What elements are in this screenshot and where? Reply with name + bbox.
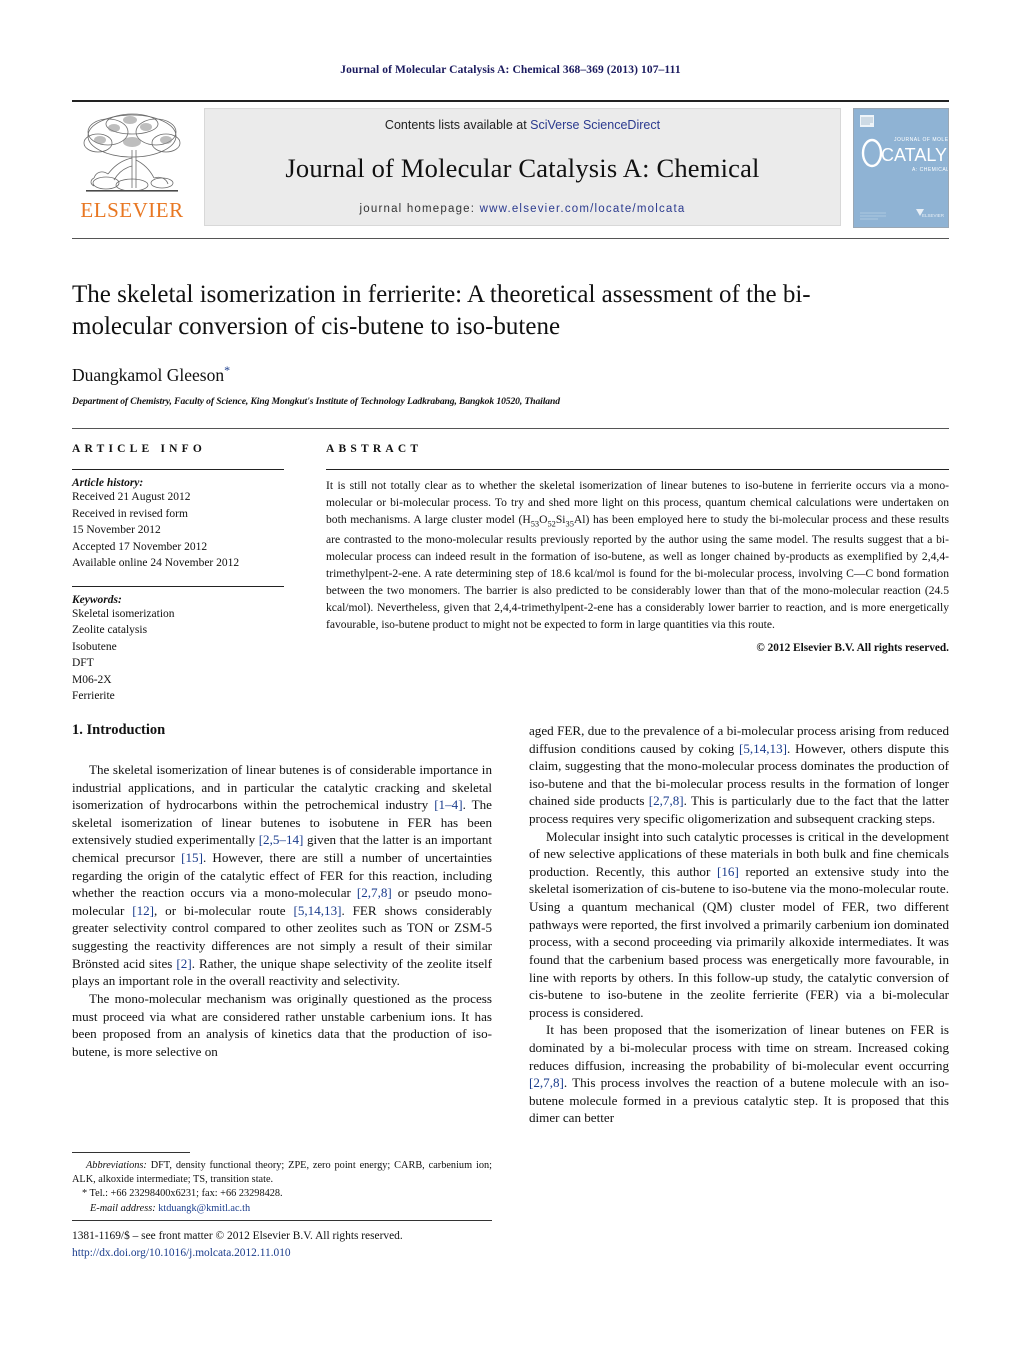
body-text-run: . This process involves the reaction of …	[529, 1075, 949, 1126]
abstract-rule	[326, 469, 949, 470]
journal-homepage-line: journal homepage: www.elsevier.com/locat…	[360, 203, 686, 215]
svg-text:JOURNAL OF MOLECULAR: JOURNAL OF MOLECULAR	[894, 137, 948, 143]
body-paragraph: The skeletal isomerization of linear but…	[72, 761, 492, 990]
author-line: Duangkamol Gleeson*	[72, 363, 949, 386]
abstract-formula-si: Si	[555, 513, 566, 527]
contents-prefix: Contents lists available at	[384, 118, 531, 132]
svg-text:CATALYSIS: CATALYSIS	[881, 145, 948, 165]
citation-link[interactable]: [1–4]	[434, 797, 462, 812]
abstract-part-2: ) has been employed here to study the bi…	[326, 513, 949, 631]
author-affiliation: Department of Chemistry, Faculty of Scie…	[72, 395, 560, 407]
citation-link[interactable]: [5,14,13]	[293, 903, 341, 918]
body-text-run: It has been proposed that the isomerizat…	[529, 1022, 949, 1073]
footer-rule	[72, 1220, 492, 1221]
citation-link[interactable]: [2,5–14]	[259, 832, 304, 847]
issn-copyright-line: 1381-1169/$ – see front matter © 2012 El…	[72, 1230, 403, 1242]
abstract-column: ABSTRACT It is still not totally clear a…	[304, 443, 949, 705]
section-heading-introduction: 1. Introduction	[72, 722, 166, 738]
svg-text:A: CHEMICAL: A: CHEMICAL	[912, 167, 948, 173]
paper-page: Journal of Molecular Catalysis A: Chemic…	[0, 0, 1021, 1351]
contents-available-line: Contents lists available at SciVerse Sci…	[385, 118, 660, 132]
running-head: Journal of Molecular Catalysis A: Chemic…	[340, 64, 681, 76]
author-name: Duangkamol Gleeson	[72, 364, 225, 385]
page-footer: 1381-1169/$ – see front matter © 2012 El…	[72, 1228, 572, 1261]
keyword-item: DFT	[72, 657, 94, 670]
footnote-rule	[72, 1152, 190, 1153]
body-paragraph: The mono-molecular mechanism was origina…	[72, 990, 492, 1060]
corresponding-author-email: E-mail address: ktduangk@kmitl.ac.th	[72, 1202, 492, 1216]
journal-cover-art: CATALYSIS JOURNAL OF MOLECULAR A: CHEMIC…	[854, 109, 948, 227]
citation-link[interactable]: [2,7,8]	[529, 1075, 564, 1090]
article-history-item: Available online 24 November 2012	[72, 557, 240, 570]
email-address-link[interactable]: ktduangk@kmitl.ac.th	[158, 1203, 250, 1214]
body-paragraph: aged FER, due to the prevalence of a bi-…	[529, 722, 949, 828]
abstract-heading: ABSTRACT	[326, 443, 423, 455]
citation-link[interactable]: [12]	[132, 903, 154, 918]
abbreviations-footnote: Abbreviations: DFT, density functional t…	[72, 1159, 492, 1187]
abstract-formula-o-sub: 52	[547, 519, 556, 529]
journal-masthead: ELSEVIER Contents lists available at Sci…	[72, 100, 949, 228]
abstract-formula-al: Al	[573, 513, 586, 527]
keyword-item: M06-2X	[72, 673, 112, 686]
body-text-run: reported an extensive study into the ske…	[529, 863, 949, 1020]
journal-banner: Contents lists available at SciVerse Sci…	[204, 108, 841, 226]
keywords-label: Keywords:	[72, 593, 122, 606]
footnotes-block: Abbreviations: DFT, density functional t…	[72, 1152, 492, 1216]
article-history-item: Received 21 August 2012	[72, 491, 191, 503]
body-paragraph: It has been proposed that the isomerizat…	[529, 1021, 949, 1127]
article-info-heading: ARTICLE INFO	[72, 443, 207, 455]
article-info-rule	[72, 469, 284, 470]
author-footnote-marker[interactable]: *	[224, 363, 230, 377]
citation-link[interactable]: [2,7,8]	[357, 885, 392, 900]
right-body-column: aged FER, due to the prevalence of a bi-…	[529, 722, 949, 1222]
keyword-item: Isobutene	[72, 640, 117, 653]
page-title: The skeletal isomerization in ferrierite…	[72, 281, 811, 340]
keyword-item: Zeolite catalysis	[72, 624, 148, 637]
abstract-text: It is still not totally clear as to whet…	[326, 477, 949, 633]
homepage-url[interactable]: www.elsevier.com/locate/molcata	[480, 203, 686, 215]
svg-text:ELSEVIER: ELSEVIER	[922, 213, 945, 218]
article-info-column: ARTICLE INFO Article history: Received 2…	[72, 443, 304, 705]
title-block: The skeletal isomerization in ferrierite…	[72, 238, 949, 407]
article-history-item: Received in revised form	[72, 507, 188, 520]
elsevier-wordmark: ELSEVIER	[80, 198, 184, 222]
homepage-label: journal homepage:	[359, 203, 480, 215]
article-history-item: 15 November 2012	[72, 524, 161, 537]
body-paragraph: Molecular insight into such catalytic pr…	[529, 828, 949, 1022]
doi-link[interactable]: http://dx.doi.org/10.1016/j.molcata.2012…	[72, 1245, 572, 1262]
keyword-item: Ferrierite	[72, 690, 115, 703]
abstract-formula-si-sub: 35	[565, 519, 574, 529]
keyword-item: Skeletal isomerization	[72, 607, 175, 620]
body-text-run: The mono-molecular mechanism was origina…	[72, 990, 492, 1059]
elsevier-logo: ELSEVIER	[72, 108, 192, 228]
citation-link[interactable]: [2]	[176, 956, 191, 971]
abstract-copyright: © 2012 Elsevier B.V. All rights reserved…	[756, 641, 949, 654]
abbreviations-label: Abbreviations:	[86, 1160, 147, 1171]
article-history-label: Article history:	[72, 477, 144, 489]
info-abstract-section: ARTICLE INFO Article history: Received 2…	[72, 428, 949, 705]
body-text-run: , or bi-molecular route	[154, 902, 294, 918]
journal-title: Journal of Molecular Catalysis A: Chemic…	[285, 153, 760, 183]
body-columns: 1. Introduction The skeletal isomerizati…	[72, 722, 949, 1222]
sciencedirect-link[interactable]: SciVerse ScienceDirect	[530, 118, 660, 132]
citation-link[interactable]: [5,14,13]	[739, 741, 787, 756]
citation-link[interactable]: [16]	[717, 864, 739, 879]
left-body-column: 1. Introduction The skeletal isomerizati…	[72, 722, 492, 1222]
citation-link[interactable]: [15]	[181, 850, 203, 865]
tel-text: Tel.: +66 23298400x6231; fax: +66 232984…	[89, 1188, 283, 1200]
corresponding-author-tel: * Tel.: +66 23298400x6231; fax: +66 2329…	[72, 1187, 492, 1201]
citation-link[interactable]: [2,7,8]	[649, 793, 684, 808]
email-label: E-mail address:	[90, 1202, 156, 1214]
abstract-formula-h-sub: 53	[530, 519, 540, 529]
tel-footnote-marker: *	[82, 1188, 88, 1200]
article-history-item: Accepted 17 November 2012	[72, 540, 208, 553]
journal-cover-thumbnail: CATALYSIS JOURNAL OF MOLECULAR A: CHEMIC…	[853, 108, 949, 228]
keywords-rule	[72, 585, 284, 587]
body-text-run: The skeletal isomerization of linear but…	[72, 762, 492, 813]
elsevier-tree-icon	[83, 113, 181, 192]
